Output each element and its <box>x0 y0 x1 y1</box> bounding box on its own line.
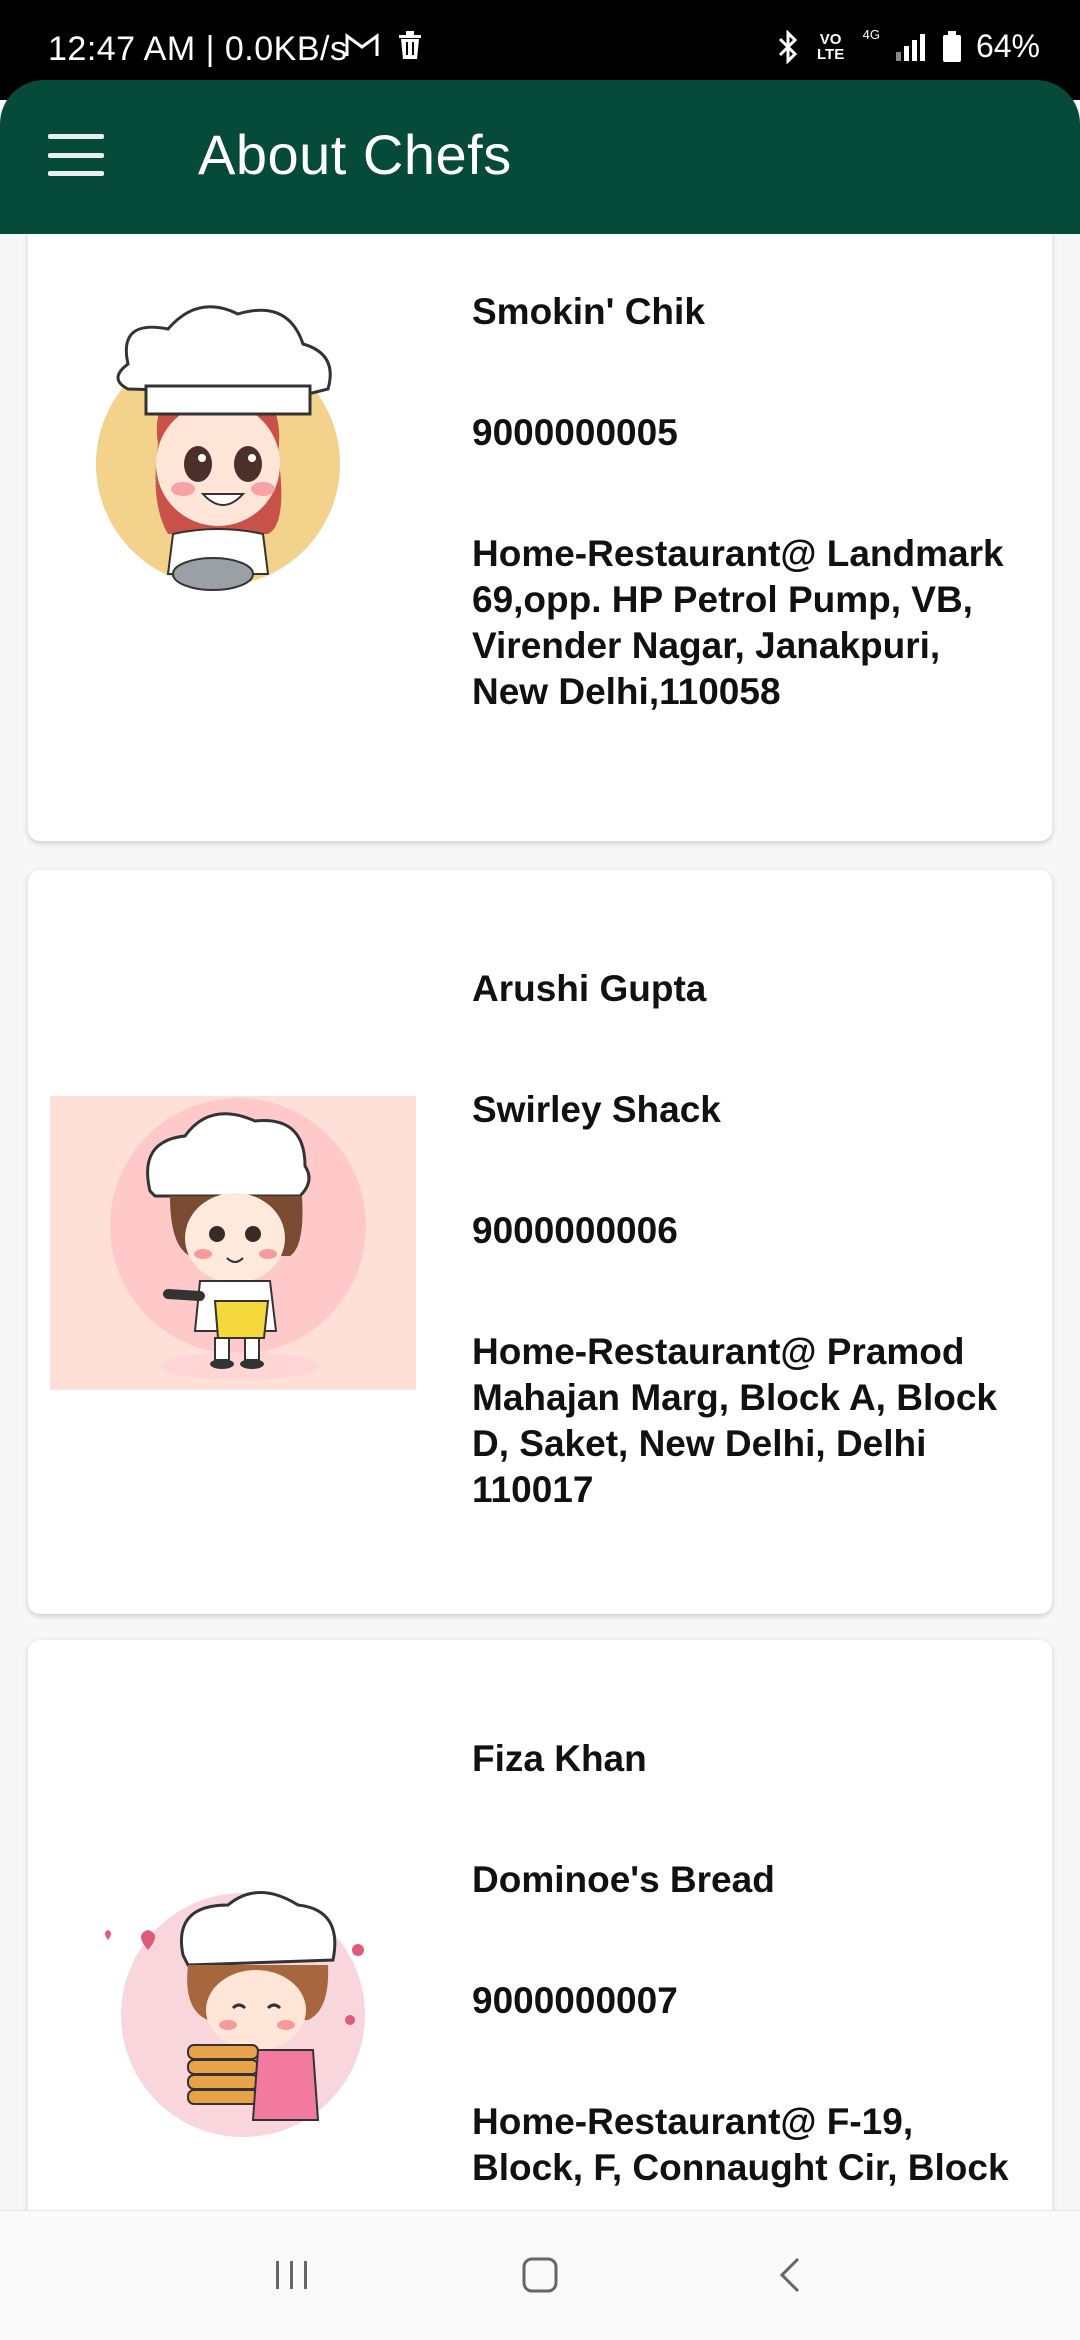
chef-name: Arushi Gupta <box>472 968 707 1009</box>
chef-card[interactable]: Arushi Gupta Swirley Shack 9000000006 Ho… <box>28 870 1052 1614</box>
chef-details: Arushi Gupta Swirley Shack 9000000006 Ho… <box>472 966 1012 1513</box>
chef-restaurant: Smokin' Chik <box>472 291 705 332</box>
volte-label: VO LTE <box>817 30 845 63</box>
chef-details: Smokin' Chik 9000000005 Home-Restaurant@… <box>472 289 1012 715</box>
chef-phone: 9000000007 <box>472 1980 678 2021</box>
chef-restaurant: Dominoe's Bread <box>472 1859 775 1900</box>
chef-address: Home-Restaurant@ Pramod Mahajan Marg, Bl… <box>472 1331 997 1510</box>
hamburger-menu-icon[interactable] <box>48 134 104 176</box>
signal-icon <box>895 33 925 61</box>
notification-icons <box>345 30 423 60</box>
chef-avatar-image <box>105 1891 365 2137</box>
chef-card[interactable]: Smokin' Chik 9000000005 Home-Restaurant@… <box>28 234 1052 841</box>
chef-avatar-image <box>96 305 340 591</box>
page-title: About Chefs <box>198 123 512 186</box>
battery-icon <box>942 30 961 62</box>
network-type-label: 4G <box>862 27 880 42</box>
system-navigation-bar <box>0 2210 1080 2340</box>
chef-address: Home-Restaurant@ Landmark 69,opp. HP Pet… <box>472 533 1004 712</box>
battery-percent: 64% <box>975 28 1040 64</box>
home-icon[interactable] <box>520 2255 560 2295</box>
back-icon[interactable] <box>770 2255 810 2295</box>
chef-card[interactable]: Fiza Khan Dominoe's Bread 9000000007 Hom… <box>28 1640 1052 2210</box>
chef-phone: 9000000006 <box>472 1210 678 1251</box>
chef-phone: 9000000005 <box>472 412 678 453</box>
volte-icon: VO LTE <box>813 32 849 62</box>
chef-address: Home-Restaurant@ F-19, Block, F, Connaug… <box>472 2101 1009 2188</box>
recents-icon[interactable] <box>272 2255 312 2295</box>
chef-avatar-image <box>50 1096 416 1390</box>
chef-name: Fiza Khan <box>472 1738 647 1779</box>
chef-details: Fiza Khan Dominoe's Bread 9000000007 Hom… <box>472 1736 1012 2191</box>
chef-restaurant: Swirley Shack <box>472 1089 721 1130</box>
bluetooth-icon <box>778 29 797 64</box>
chef-list[interactable]: Smokin' Chik 9000000005 Home-Restaurant@… <box>0 234 1080 2210</box>
app-bar: About Chefs <box>0 80 1080 234</box>
trash-icon <box>399 31 421 59</box>
status-time: 12:47 AM | 0.0KB/s <box>48 30 348 68</box>
system-icons: VO LTE 4G 64% <box>777 27 1040 65</box>
gmail-icon <box>345 33 379 56</box>
